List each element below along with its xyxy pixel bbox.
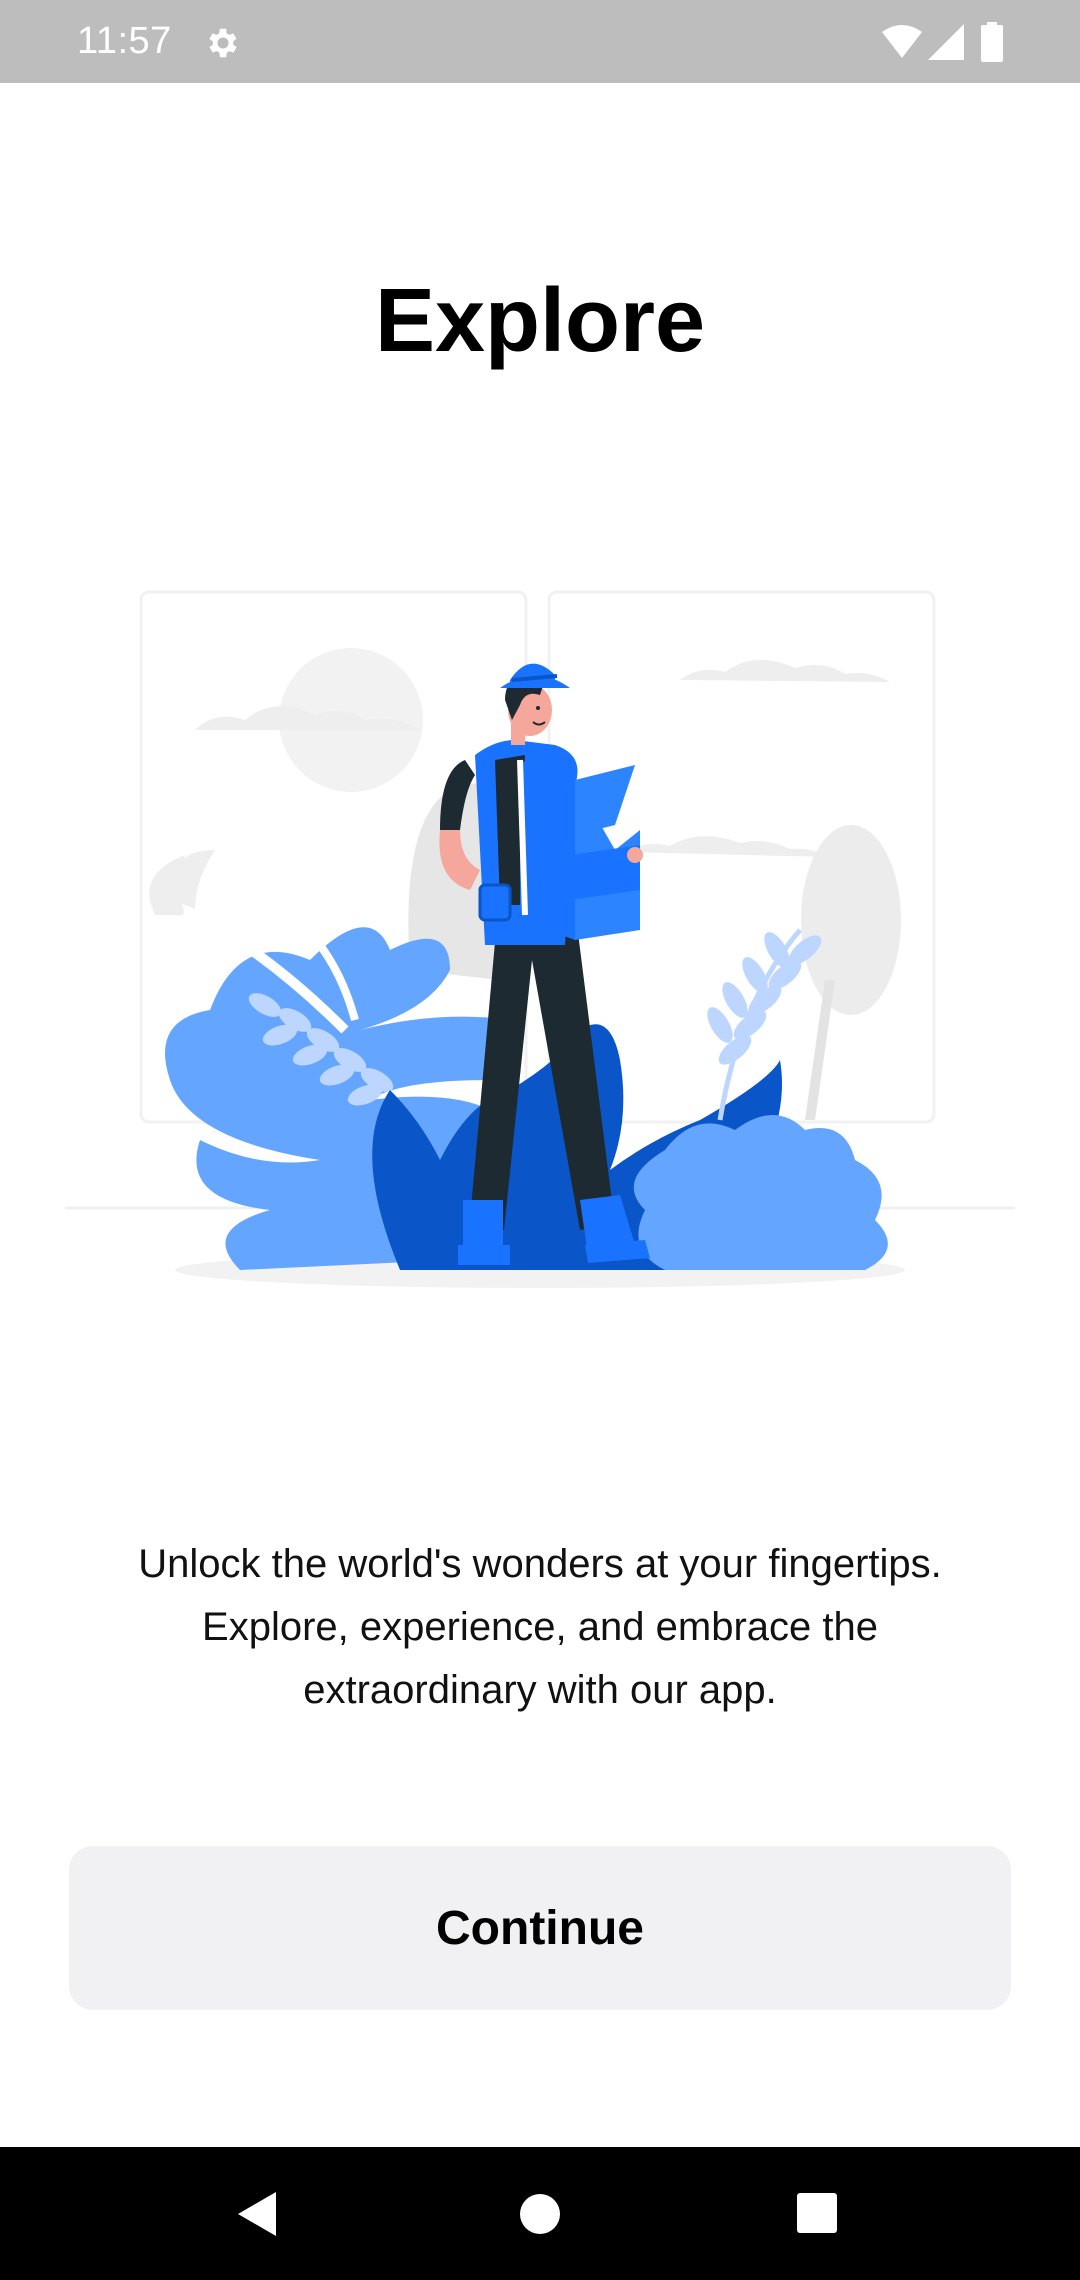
battery-icon [981, 22, 1003, 62]
status-bar: 11:57 [0, 0, 1080, 83]
status-time: 11:57 [77, 20, 172, 62]
onboarding-description: Unlock the world's wonders at your finge… [138, 1542, 942, 1712]
continue-button-label: Continue [436, 1901, 644, 1955]
continue-button[interactable]: Continue [69, 1846, 1011, 2010]
onboarding-screen: 11:57 Explore Unlock the world's wonders… [0, 0, 1080, 2280]
signal-icon [928, 24, 964, 60]
home-icon[interactable] [518, 2192, 562, 2236]
system-nav-bar [0, 2147, 1080, 2280]
gear-icon [209, 28, 237, 58]
recents-icon[interactable] [796, 2192, 838, 2234]
page-title: Explore [374, 271, 706, 371]
traveler-map-illustration [65, 590, 1015, 1288]
wifi-icon [882, 25, 922, 58]
back-icon[interactable] [236, 2190, 280, 2238]
